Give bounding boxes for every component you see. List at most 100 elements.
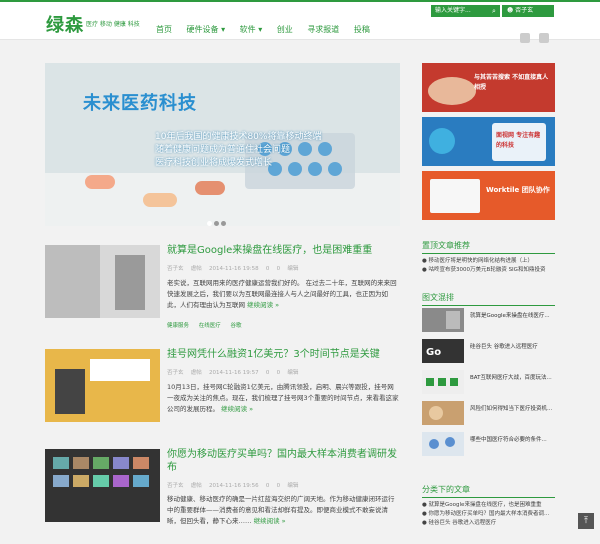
hero-line-2: 随着健康问题成为普通住社会问题 [155, 145, 291, 155]
sidebar-link[interactable]: ● 你愿为移动医疗买单吗？国内最大样本消费者调... [422, 510, 555, 519]
post-comments[interactable]: 0 [277, 266, 281, 272]
hero-title: 未来医药科技 [83, 93, 197, 114]
post-tags: 健康服务 在线医疗 谷歌 [167, 321, 250, 329]
sidebar-link[interactable]: ● 就算是Google来操盘在线医疗，也是困难重重 [422, 501, 555, 510]
ad-1-text: 与其苦苦搜索 不如直接真人相授 [474, 74, 549, 91]
social-icons [516, 28, 550, 47]
sidebar-mixed-item[interactable]: 风险们如何得知当下医疗投资机... [422, 401, 555, 429]
post-category[interactable]: 虐帖 [191, 266, 202, 272]
main-nav: 首页 硬件设备 ▾ 软件 ▾ 创业 寻求报道 投稿 [156, 24, 382, 40]
mixed-title[interactable]: 硅谷巨头 谷歌进入远程医疗 [470, 342, 555, 350]
ad-banner-3[interactable]: Worktile 团队协作 [422, 171, 555, 220]
hero-slider[interactable]: 未来医药科技 10年后我国的健康技术80%将靠移动终端 随着健康问题成为普通住社… [45, 63, 400, 226]
mixed-title[interactable]: 风险们如何得知当下医疗投资机... [470, 404, 555, 412]
read-more-link[interactable]: 继续阅读 » [247, 301, 279, 309]
post-item: 挂号网凭什么融资1亿美元？3个时间节点是关键 否子玄 虐帖 2014-11-16… [45, 349, 400, 444]
search-input[interactable]: 输入关键字... [431, 5, 490, 17]
mixed-thumbnail [422, 308, 464, 332]
ad-2-text: 面视网 专注有趣的科技 [496, 132, 541, 149]
post-meta: 否子玄 虐帖 2014-11-16 19:56 0 0 编辑 [167, 481, 298, 489]
sidebar-heading: 置顶文章推荐 [422, 240, 555, 254]
read-more-link[interactable]: 继续阅读 » [254, 517, 286, 525]
nav-item-report[interactable]: 寻求报道 [307, 25, 339, 34]
sidebar-mixed-item[interactable]: 哪些中国医疗符合必要的条件... [422, 432, 555, 460]
rss-icon[interactable] [539, 33, 550, 43]
nav-item-submit[interactable]: 投稿 [354, 25, 370, 34]
slider-dots [207, 211, 228, 230]
sidebar-mixed-item[interactable]: BAT互联网医疗大战，百度玩法... [422, 370, 555, 398]
mixed-thumbnail [422, 401, 464, 425]
ad-banner-2[interactable]: 面视网 专注有趣的科技 [422, 117, 555, 166]
sidebar-mixed-item[interactable]: 就算是Google来操盘在线医疗... [422, 308, 555, 336]
post-comments[interactable]: 0 [277, 483, 281, 489]
sidebar-mixed-item[interactable]: Go 硅谷巨头 谷歌进入远程医疗 [422, 339, 555, 367]
sidebar-link[interactable]: ● 咕咚宣布获3000万美元B轮融资 SIG和知鼎投资 [422, 266, 555, 275]
post-author[interactable]: 否子玄 [167, 266, 184, 272]
mixed-thumbnail: Go [422, 339, 464, 363]
post-title[interactable]: 挂号网凭什么融资1亿美元？3个时间节点是关键 [167, 348, 402, 361]
search-icon[interactable]: ⌕ [488, 5, 500, 17]
slider-dot[interactable] [214, 221, 219, 226]
post-meta: 否子玄 虐帖 2014-11-16 19:58 0 0 编辑 [167, 264, 298, 272]
tag-link[interactable]: 在线医疗 [199, 323, 221, 329]
user-name: 否子玄 [515, 7, 534, 14]
ad-banner-1[interactable]: 与其苦苦搜索 不如直接真人相授 [422, 63, 555, 112]
post-category[interactable]: 虐帖 [191, 483, 202, 489]
post-title[interactable]: 你愿为移动医疗买单吗？国内最大样本消费者调研发布 [167, 448, 402, 474]
ad-3-text: Worktile 团队协作 [486, 186, 550, 194]
post-item: 就算是Google来操盘在线医疗，也是困难重重 否子玄 虐帖 2014-11-1… [45, 245, 400, 340]
post-edit[interactable]: 编辑 [287, 483, 298, 489]
post-author[interactable]: 否子玄 [167, 370, 184, 376]
post-title[interactable]: 就算是Google来操盘在线医疗，也是困难重重 [167, 244, 402, 257]
ad-3-image [422, 171, 555, 220]
post-2-thumbnail[interactable] [45, 349, 160, 422]
sidebar-mixed-heading-wrap: 图文混排 [422, 292, 555, 306]
mixed-title[interactable]: 就算是Google来操盘在线医疗... [470, 311, 555, 319]
post-edit[interactable]: 编辑 [287, 266, 298, 272]
nav-item-startup[interactable]: 创业 [277, 25, 293, 34]
weibo-icon[interactable] [520, 33, 530, 43]
sidebar-heading: 分类下的文章 [422, 484, 555, 498]
hero-line-1: 10年后我国的健康技术80%将靠移动终端 [155, 132, 322, 142]
logo-text: 绿森 [46, 15, 84, 36]
post-date: 2014-11-16 19:58 [209, 266, 259, 272]
post-views: 0 [265, 370, 270, 376]
read-more-link[interactable]: 继续阅读 » [221, 405, 253, 413]
nav-item-home[interactable]: 首页 [156, 25, 172, 34]
mixed-thumbnail [422, 370, 464, 394]
slider-dot[interactable] [207, 221, 212, 226]
post-excerpt-text: 老实说，互联网用来的医疗健康运营我们好的。 在过去二十年，互联网的来来回快速发展… [167, 279, 397, 309]
post-comments[interactable]: 0 [277, 370, 281, 376]
post-excerpt-text: 10月13日，挂号网C轮融资1亿美元，由腾讯领投，启明、晨兴等跟投，挂号网一夜成… [167, 383, 399, 413]
user-menu[interactable]: ☻ 否子玄 [502, 5, 554, 17]
post-item: 你愿为移动医疗买单吗？国内最大样本消费者调研发布 否子玄 虐帖 2014-11-… [45, 449, 400, 544]
mixed-title[interactable]: BAT互联网医疗大战，百度玩法... [470, 373, 555, 381]
svg-text:Go: Go [426, 347, 441, 358]
post-1-thumbnail[interactable] [45, 245, 160, 318]
post-excerpt: 移动健康、移动医疗的确是一片红蓝海交织的广阔天地。作为移动健康闭环运行中的重要群… [167, 494, 400, 527]
post-edit[interactable]: 编辑 [287, 370, 298, 376]
post-category[interactable]: 虐帖 [191, 370, 202, 376]
nav-item-software[interactable]: 软件 ▾ [240, 25, 263, 34]
post-meta: 否子玄 虐帖 2014-11-16 19:57 0 0 编辑 [167, 368, 298, 376]
mixed-title[interactable]: 哪些中国医疗符合必要的条件... [470, 435, 555, 443]
back-to-top-icon[interactable]: ⤒ [578, 513, 594, 529]
mixed-thumbnail [422, 432, 464, 456]
post-excerpt: 老实说，互联网用来的医疗健康运营我们好的。 在过去二十年，互联网的来来回快速发展… [167, 278, 400, 311]
logo-subtitle: 医疗 移动 健康 科技 [86, 21, 140, 28]
post-views: 0 [265, 483, 270, 489]
post-date: 2014-11-16 19:56 [209, 483, 259, 489]
post-3-thumbnail[interactable] [45, 449, 160, 522]
slider-dot[interactable] [221, 221, 226, 226]
sidebar-pinned: 置顶文章推荐 ● 移动医疗将是明快的网络化结构进展（上） ● 咕咚宣布获3000… [422, 240, 555, 275]
sidebar-link[interactable]: ● 移动医疗将是明快的网络化结构进展（上） [422, 257, 555, 266]
tag-link[interactable]: 健康服务 [167, 323, 189, 329]
sidebar-category: 分类下的文章 ● 就算是Google来操盘在线医疗，也是困难重重 ● 你愿为移动… [422, 484, 555, 528]
nav-item-hardware[interactable]: 硬件设备 ▾ [187, 25, 226, 34]
sidebar-link[interactable]: ● 硅谷巨头 谷歌进入远程医疗 [422, 519, 555, 528]
top-bar: 绿森 医疗 移动 健康 科技 输入关键字... ⌕ ☻ 否子玄 首页 硬件设备 … [0, 0, 600, 43]
site-logo[interactable]: 绿森 医疗 移动 健康 科技 [46, 11, 146, 36]
tag-link[interactable]: 谷歌 [231, 323, 242, 329]
post-author[interactable]: 否子玄 [167, 483, 184, 489]
user-icon: ☻ [507, 7, 516, 14]
